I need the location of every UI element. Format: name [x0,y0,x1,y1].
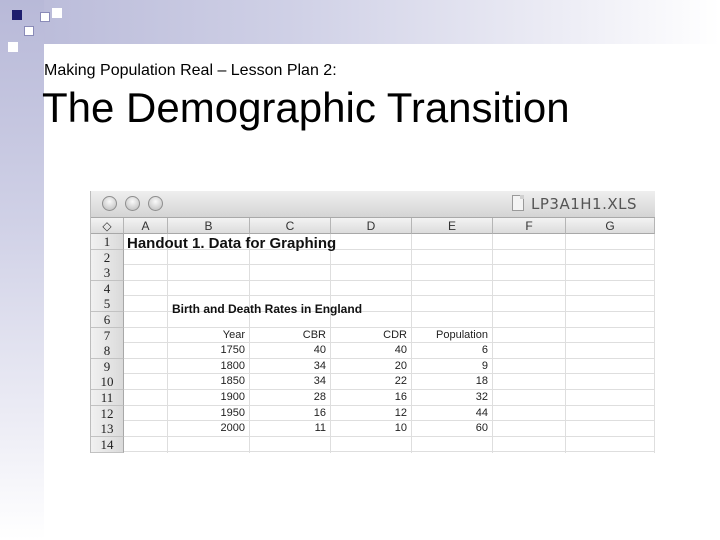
column-header-e[interactable]: E [412,218,493,234]
row-header-10[interactable]: 10 [91,374,124,391]
table-cell: 20 [394,359,407,372]
row-header-7[interactable]: 7 [91,327,124,344]
grid-line [124,279,655,281]
table-cell: 22 [394,375,407,388]
row-header-14[interactable]: 14 [91,436,124,453]
column-label-cbr: CBR [302,328,326,341]
table-title: Birth and Death Rates in England [172,302,363,316]
minimize-button[interactable] [125,196,140,211]
decor-square [52,8,62,18]
handout-title: Handout 1. Data for Graphing [127,235,337,252]
column-header-g[interactable]: G [566,218,655,234]
grid-line [124,295,655,297]
column-header-d[interactable]: D [331,218,412,234]
grid-line [124,451,655,453]
table-cell: 40 [313,344,326,357]
row-header-5[interactable]: 5 [91,296,124,313]
column-label-cdr: CDR [383,328,407,341]
row-header-11[interactable]: 11 [91,390,124,406]
table-cell: 40 [394,344,407,357]
decor-square [40,12,50,22]
table-cell: 16 [394,391,407,403]
table-cell: 1950 [220,406,245,419]
table-cell: 6 [481,344,488,357]
table-cell: 60 [475,422,488,435]
row-header-8[interactable]: 8 [91,343,124,360]
document-icon [512,195,524,211]
table-cell: 34 [313,359,326,372]
row-header-6[interactable]: 6 [91,312,124,328]
window-filename: LP3A1H1.XLS [531,195,637,213]
column-header-b[interactable]: B [168,218,250,234]
table-cell: 18 [475,375,488,388]
slide-subtitle: Making Population Real – Lesson Plan 2: [44,62,337,79]
decor-square [24,26,34,36]
decor-square [8,42,18,52]
close-button[interactable] [102,196,117,211]
table-cell: 28 [313,391,326,403]
decor-square [12,10,22,20]
table-cell: 34 [313,375,326,388]
table-cell: 32 [475,391,488,403]
slide-top-band [0,0,720,44]
column-label-year: Year [222,328,245,341]
column-label-population: Population [436,328,488,341]
table-cell: 44 [475,406,488,419]
row-header-12[interactable]: 12 [91,405,124,422]
table-cell: 1750 [220,344,245,357]
table-cell: 10 [394,422,407,435]
table-cell: 1900 [220,391,245,403]
table-cell: 16 [313,406,326,419]
column-header-c[interactable]: C [250,218,331,234]
table-cell: 2000 [220,422,245,435]
table-cell: 1850 [220,375,245,388]
grid-line [124,264,655,266]
column-header-a[interactable]: A [124,218,168,234]
select-all-corner[interactable]: ◇ [91,218,124,234]
row-header-4[interactable]: 4 [91,280,124,297]
window-titlebar: LP3A1H1.XLS [91,191,655,218]
row-header-2[interactable]: 2 [91,249,124,266]
table-cell: 9 [481,359,488,372]
slide-title: The Demographic Transition [42,84,570,131]
table-cell: 11 [314,422,326,435]
spreadsheet-window: LP3A1H1.XLS ◇ A B C D E F G 1 2 3 4 5 6 7 8 9 10 11 12 13 14… [90,191,655,453]
row-header-1[interactable]: 1 [91,234,124,250]
zoom-button[interactable] [148,196,163,211]
row-header-3[interactable]: 3 [91,265,124,282]
table-cell: 12 [394,406,407,419]
row-header-9[interactable]: 9 [91,358,124,375]
slide-left-band [0,0,44,540]
row-header-13[interactable]: 13 [91,421,124,438]
table-cell: 1800 [220,359,245,372]
column-header-f[interactable]: F [493,218,566,234]
